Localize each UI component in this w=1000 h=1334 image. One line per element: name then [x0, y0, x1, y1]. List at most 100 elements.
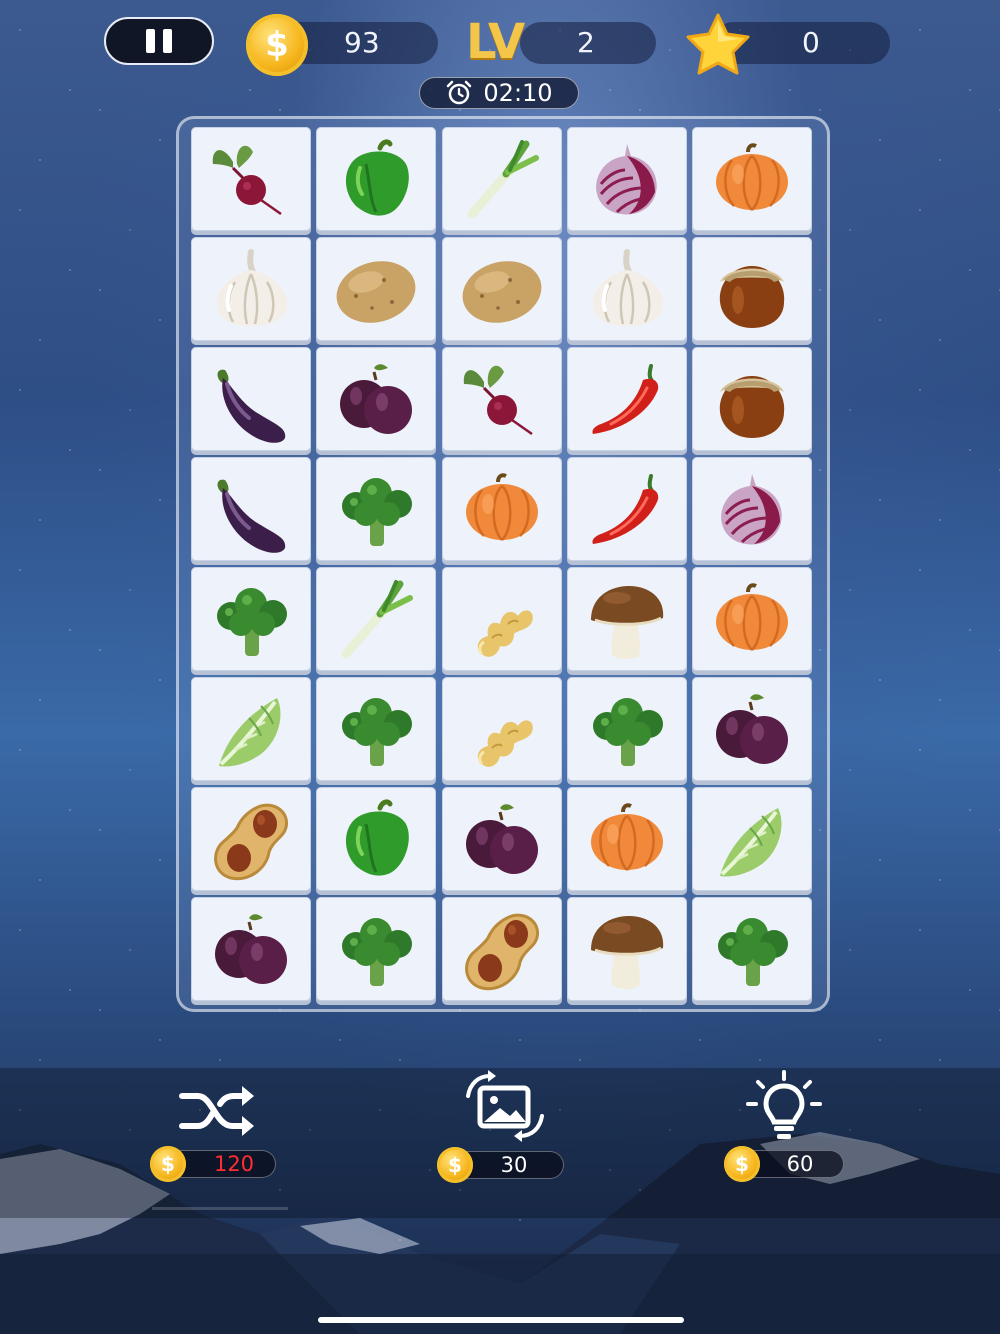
pumpkin-icon	[466, 473, 538, 541]
tile[interactable]	[316, 897, 436, 1001]
shuffle-button[interactable]	[176, 1078, 256, 1142]
pause-button[interactable]	[104, 17, 214, 65]
home-indicator	[318, 1317, 684, 1323]
tile[interactable]	[442, 127, 562, 231]
timer-text: 02:10	[483, 79, 553, 107]
hazelnut-icon	[719, 266, 785, 328]
ginger-icon	[477, 610, 533, 657]
level-number: 2	[577, 26, 595, 59]
eggplant-icon	[217, 369, 286, 443]
tile[interactable]	[692, 677, 812, 781]
shuffle-icon	[179, 1086, 254, 1136]
green-pepper-icon	[345, 139, 409, 216]
tile[interactable]	[692, 567, 812, 671]
tile[interactable]	[191, 897, 311, 1001]
mushroom-icon	[591, 586, 664, 659]
plum-icon	[340, 364, 412, 434]
tile[interactable]	[442, 567, 562, 671]
tile[interactable]	[316, 347, 436, 451]
tile[interactable]	[442, 237, 562, 341]
hint-button[interactable]	[746, 1070, 822, 1142]
red-onion-icon	[721, 474, 782, 545]
tile[interactable]	[692, 787, 812, 891]
tile[interactable]	[692, 347, 812, 451]
broccoli-icon	[217, 588, 287, 656]
tile[interactable]	[692, 237, 812, 341]
refresh-image-button[interactable]	[460, 1070, 550, 1142]
lightbulb-icon	[746, 1070, 822, 1139]
tile[interactable]	[567, 457, 687, 561]
broccoli-icon	[342, 698, 412, 766]
hazelnut-icon	[719, 376, 785, 438]
tile[interactable]	[316, 237, 436, 341]
lettuce-icon	[219, 698, 281, 767]
timer: 02:10	[419, 77, 579, 109]
broccoli-icon	[342, 918, 412, 986]
tile[interactable]	[316, 567, 436, 671]
tile[interactable]	[191, 787, 311, 891]
leek-icon	[467, 140, 539, 219]
beetroot-icon	[212, 145, 282, 216]
tile[interactable]	[191, 677, 311, 781]
image-refresh-icon	[466, 1070, 544, 1142]
pumpkin-icon	[591, 803, 663, 871]
coin-icon: $	[437, 1147, 473, 1183]
coin-count: 93	[344, 26, 380, 59]
chili-pepper-icon	[592, 364, 659, 434]
lettuce-icon	[720, 808, 782, 877]
tile[interactable]	[567, 787, 687, 891]
tile[interactable]	[692, 457, 812, 561]
tile[interactable]	[567, 897, 687, 1001]
tile[interactable]	[316, 127, 436, 231]
peanut-icon	[465, 913, 540, 991]
coin-icon: $	[150, 1146, 186, 1182]
tile[interactable]	[567, 567, 687, 671]
mushroom-icon	[591, 916, 664, 989]
broccoli-icon	[342, 478, 412, 546]
tile[interactable]	[316, 677, 436, 781]
tile[interactable]	[567, 127, 687, 231]
leek-icon	[341, 580, 413, 659]
peanut-icon	[214, 803, 289, 881]
plum-icon	[215, 914, 287, 984]
pumpkin-icon	[716, 583, 788, 651]
star-count: 0	[802, 26, 820, 59]
beetroot-icon	[463, 365, 533, 436]
red-onion-icon	[596, 144, 657, 215]
ginger-icon	[477, 720, 533, 767]
tile[interactable]	[191, 567, 311, 671]
tile[interactable]	[692, 127, 812, 231]
tile[interactable]	[316, 787, 436, 891]
tile[interactable]	[567, 237, 687, 341]
tile[interactable]	[191, 347, 311, 451]
eggplant-icon	[217, 479, 286, 553]
tile[interactable]	[442, 897, 562, 1001]
green-pepper-icon	[345, 799, 409, 876]
tile[interactable]	[567, 677, 687, 781]
pumpkin-icon	[716, 143, 788, 211]
potato-icon	[336, 261, 416, 323]
plum-icon	[466, 804, 538, 874]
tile[interactable]	[191, 237, 311, 341]
pause-icon	[146, 29, 155, 53]
tile[interactable]	[191, 127, 311, 231]
tile[interactable]	[442, 347, 562, 451]
tile[interactable]	[442, 787, 562, 891]
level-label: LV	[466, 14, 525, 70]
plum-icon	[716, 694, 788, 764]
garlic-icon	[592, 249, 664, 326]
tile[interactable]	[692, 897, 812, 1001]
garlic-icon	[216, 249, 288, 326]
potato-icon	[462, 261, 542, 323]
tile[interactable]	[567, 347, 687, 451]
alarm-clock-icon	[447, 80, 472, 105]
tile[interactable]	[442, 677, 562, 781]
coin-icon: $	[724, 1146, 760, 1182]
coin-icon: $	[246, 14, 308, 76]
tile[interactable]	[442, 457, 562, 561]
broccoli-icon	[593, 698, 663, 766]
star-icon	[686, 13, 750, 75]
broccoli-icon	[718, 918, 788, 986]
tile[interactable]	[316, 457, 436, 561]
tile[interactable]	[191, 457, 311, 561]
